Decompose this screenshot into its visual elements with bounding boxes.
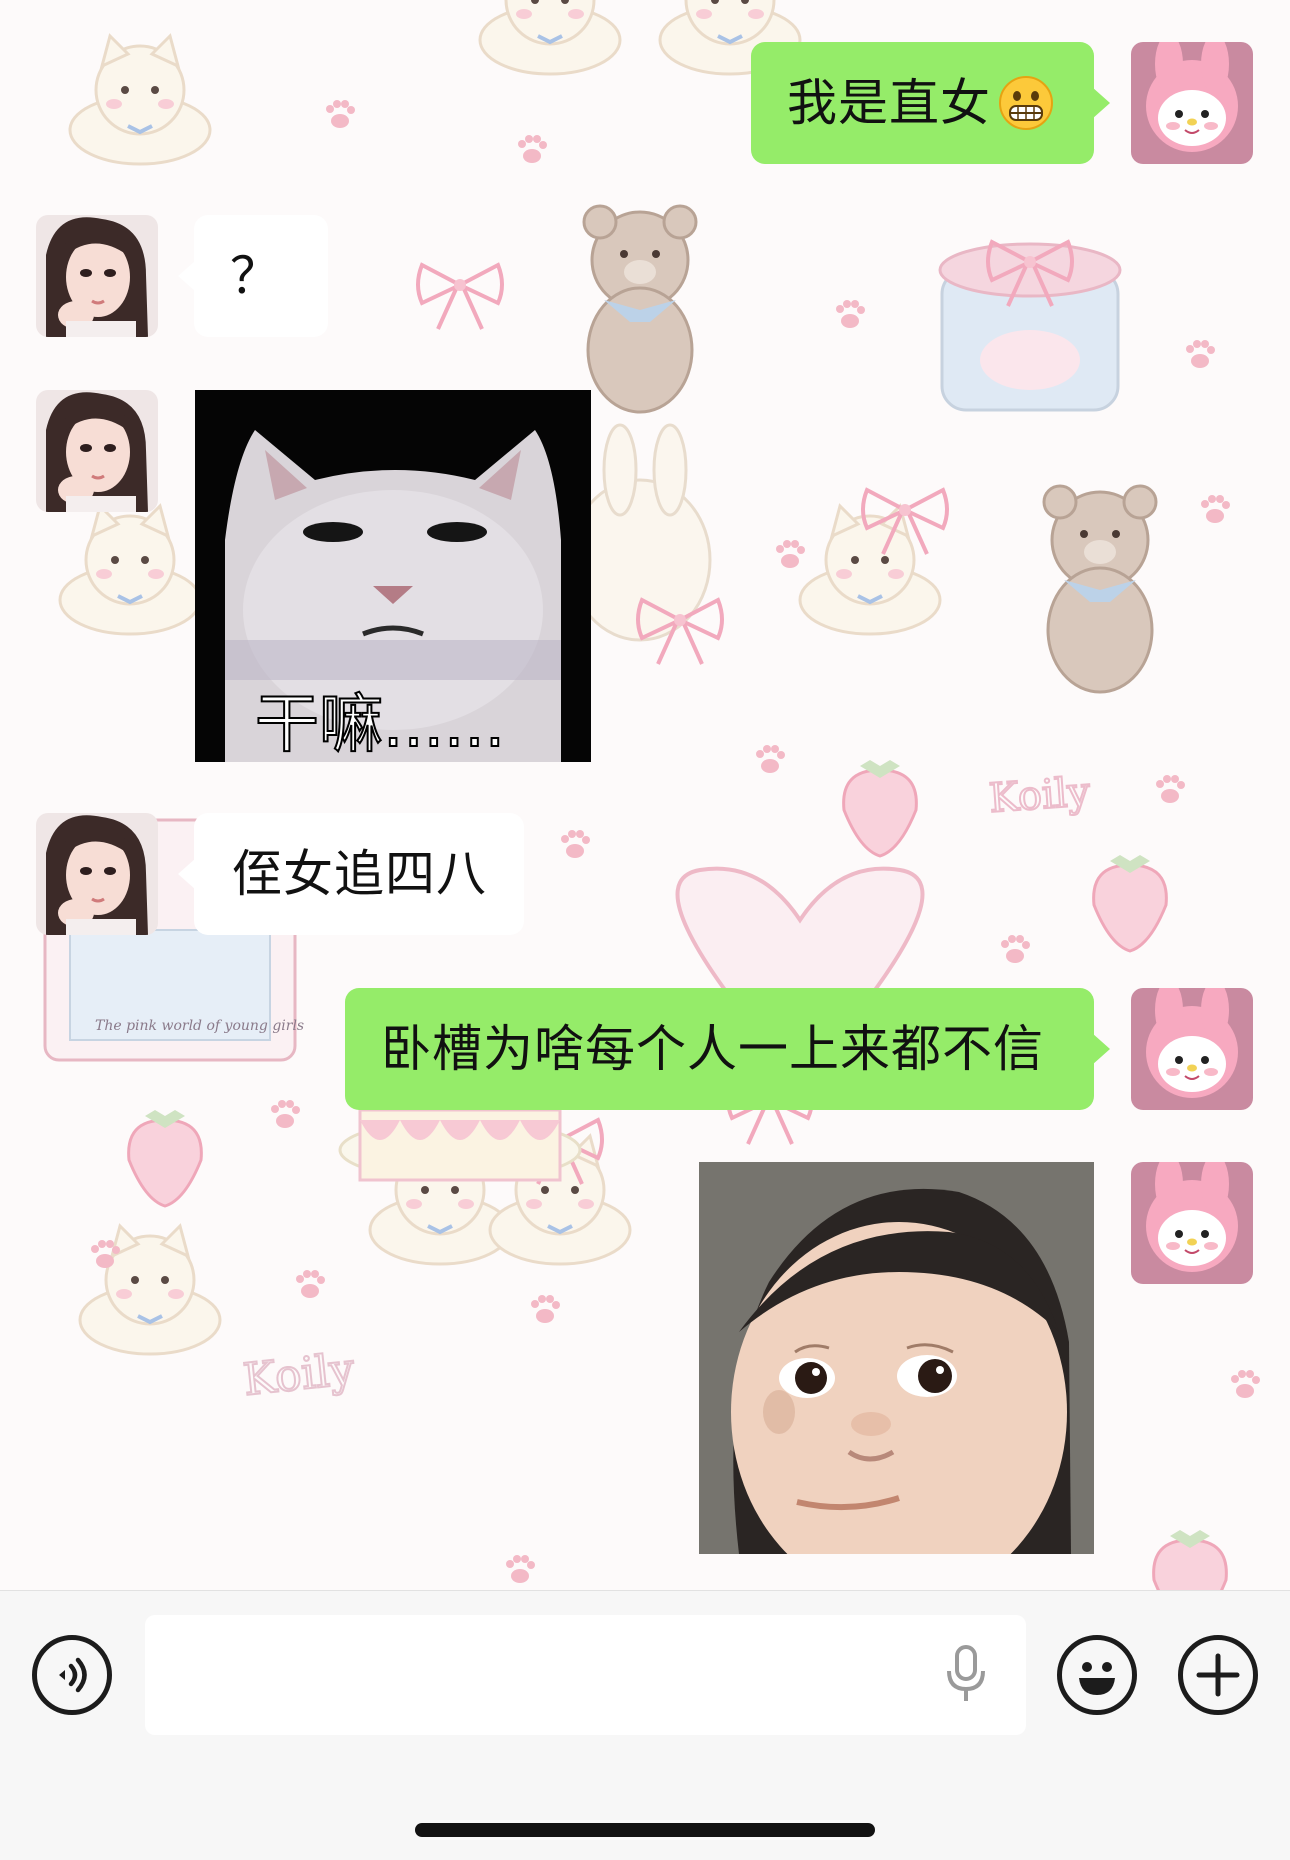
sticker-caption: 干嘛...... (255, 688, 505, 762)
add-button[interactable] (1178, 1635, 1258, 1715)
plus-icon (1193, 1650, 1243, 1700)
my-melody-avatar[interactable] (1131, 42, 1253, 164)
message-bubble-incoming[interactable]: 侄女追四八 (178, 813, 524, 935)
message-text: 侄女追四八 (232, 845, 487, 903)
voice-mode-button[interactable] (32, 1635, 112, 1715)
wallpaper-tagline: The pink world of young girls (95, 1018, 304, 1034)
message-text: 我是直女 (787, 74, 991, 132)
grinning-face-icon (999, 76, 1053, 130)
svg-text:Koily: Koily (987, 769, 1091, 822)
message-text: ？ (230, 247, 281, 305)
message-bubble-outgoing[interactable]: 我是直女 (751, 42, 1110, 164)
chat-input-bar (0, 1590, 1290, 1860)
baby-face-sticker[interactable] (699, 1162, 1094, 1554)
voice-mode-icon (49, 1652, 95, 1698)
home-indicator[interactable] (415, 1823, 875, 1837)
message-bubble-incoming[interactable]: ？ (178, 215, 328, 337)
emoji-icon (1067, 1645, 1127, 1705)
microphone-icon[interactable] (946, 1645, 986, 1705)
cat-sticker[interactable]: 干嘛...... (195, 390, 591, 762)
message-text: 卧槽为啥每个人一上来都不信 (381, 1020, 1044, 1078)
girl-avatar[interactable] (36, 215, 158, 337)
girl-avatar[interactable] (36, 390, 158, 512)
girl-avatar[interactable] (36, 813, 158, 935)
my-melody-avatar[interactable] (1131, 1162, 1253, 1284)
my-melody-avatar[interactable] (1131, 988, 1253, 1110)
svg-text:Koily: Koily (241, 1344, 357, 1406)
message-input[interactable] (145, 1615, 1026, 1735)
emoji-button[interactable] (1057, 1635, 1137, 1715)
message-bubble-outgoing[interactable]: 卧槽为啥每个人一上来都不信 (345, 988, 1110, 1110)
